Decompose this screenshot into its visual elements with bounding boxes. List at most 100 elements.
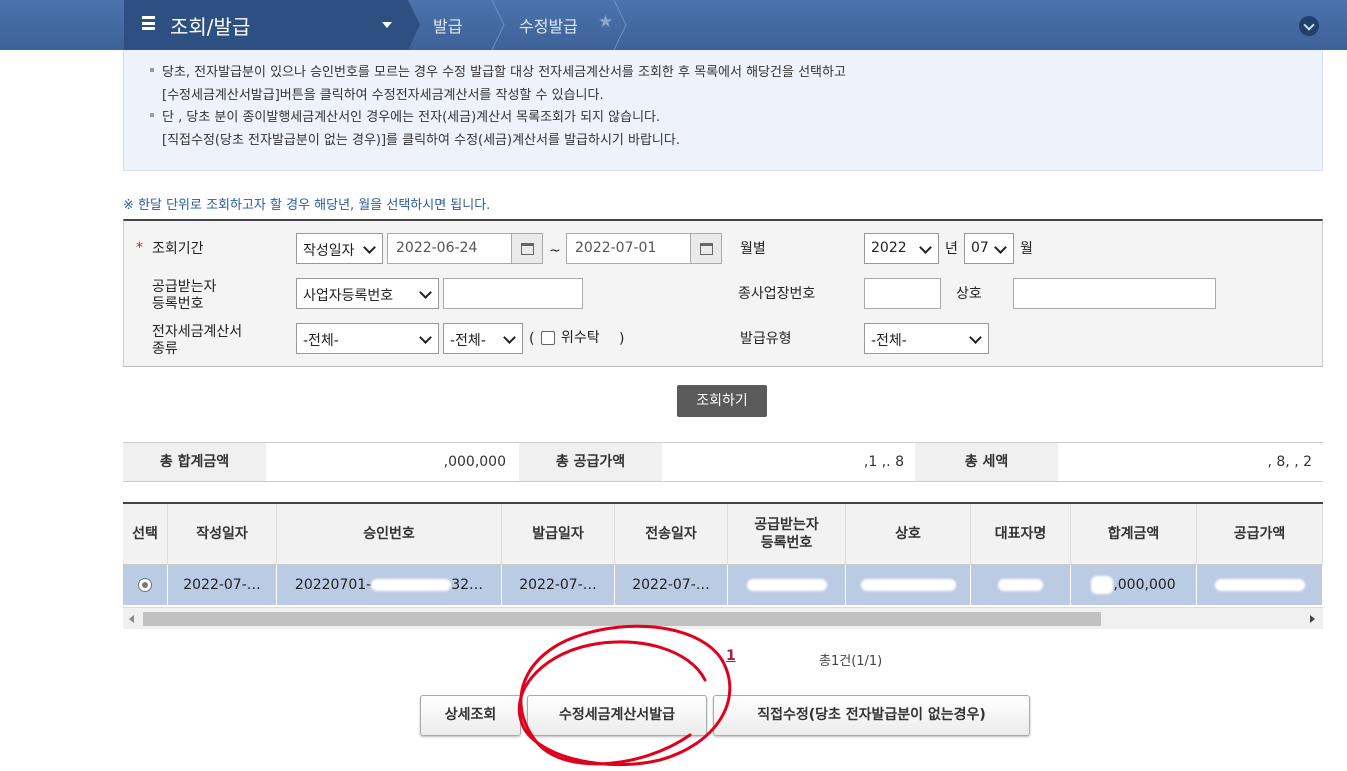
year-select[interactable]: 2022: [864, 233, 939, 264]
hamburger-icon: [142, 16, 155, 30]
bullet-icon: [150, 113, 154, 117]
redaction: [746, 579, 827, 591]
breadcrumb-amend-issue[interactable]: 수정발급: [519, 13, 578, 37]
bullet-icon: [150, 68, 154, 72]
date-to-input[interactable]: 2022-07-01: [566, 233, 691, 264]
kind-label-2: 종류: [152, 341, 178, 357]
column-header[interactable]: 대표자명: [971, 504, 1071, 565]
column-header: 선택: [123, 504, 168, 565]
notice-line: [수정세금계산서발급]버튼을 클릭하여 수정전자세금계산서를 작성할 수 있습니…: [162, 88, 604, 103]
issue-type-select[interactable]: -전체-: [864, 323, 989, 354]
notice-box: 당초, 전자발급분이 있으나 승인번호를 모르는 경우 수정 발급할 대상 전자…: [123, 50, 1323, 171]
top-navigation-bar: 조회/발급 발급 수정발급 ★: [0, 0, 1347, 50]
company-label: 상호: [956, 286, 982, 302]
consign-checkbox[interactable]: [541, 331, 555, 345]
period-label: 조회기간: [152, 241, 204, 257]
menu-title: 조회/발급: [170, 15, 251, 39]
horizontal-scrollbar[interactable]: [123, 607, 1323, 629]
approval-number: 20220701-: [294, 577, 372, 593]
column-header[interactable]: 상호: [846, 504, 971, 565]
summary-bar: 총 합계금액 ,000,000 총 공급가액 ,1 ,. 8 총 세액 , 8,…: [123, 442, 1323, 482]
table-cell-redacted[interactable]: [971, 565, 1071, 605]
column-header[interactable]: 작성일자: [168, 504, 277, 565]
search-form: * 조회기간 작성일자 2022-06-24 ~ 2022-07-01 월별 2…: [123, 219, 1323, 367]
kind-select-2[interactable]: -전체-: [443, 323, 523, 354]
caret-down-icon: [382, 22, 392, 28]
receiver-number-input[interactable]: [443, 278, 583, 309]
notice-line: [직접수정(당초 전자발급분이 없는 경우)]를 클릭하여 수정(세금)계산서를…: [162, 133, 680, 148]
row-total-amount: ,000,000: [1113, 577, 1176, 593]
column-header[interactable]: 공급받는자 등록번호: [728, 504, 846, 565]
month-unit: 월: [1020, 241, 1033, 257]
collapse-circle-icon[interactable]: [1299, 16, 1319, 36]
supply-amount-label: 총 공급가액: [519, 443, 662, 481]
kind-select-1[interactable]: -전체-: [296, 323, 439, 354]
column-header[interactable]: 승인번호: [277, 504, 502, 565]
notice-line: 단 , 당초 분이 종이발행세금계산서인 경우에는 전자(세금)계산서 목록조회…: [162, 110, 661, 125]
redaction: [1214, 579, 1305, 591]
table-cell[interactable]: 2022-07-…: [502, 565, 615, 605]
row-radio[interactable]: [138, 578, 152, 592]
branch-number-input[interactable]: [864, 278, 941, 309]
breadcrumb-separator: [613, 0, 627, 50]
total-count: 총1건(1/1): [819, 654, 883, 669]
tax-amount-label: 총 세액: [915, 443, 1058, 481]
breadcrumb-issue[interactable]: 발급: [433, 13, 462, 37]
scroll-right-icon[interactable]: [1310, 615, 1315, 623]
date-from-input[interactable]: 2022-06-24: [387, 233, 512, 264]
required-icon: *: [136, 240, 143, 256]
table-cell[interactable]: 2022-07-…: [615, 565, 728, 605]
column-header[interactable]: 공급가액: [1197, 504, 1323, 565]
scroll-left-icon[interactable]: [129, 615, 134, 623]
supply-amount-value: ,1 ,. 8: [863, 454, 904, 470]
redaction: [371, 579, 452, 591]
paren-open: (: [529, 331, 535, 347]
breadcrumb-separator: [408, 0, 420, 50]
column-header[interactable]: 합계금액: [1071, 504, 1197, 565]
column-header[interactable]: 전송일자: [615, 504, 728, 565]
year-unit: 년: [945, 241, 958, 257]
receiver-label-2: 등록번호: [152, 296, 204, 312]
receiver-type-select[interactable]: 사업자등록번호: [296, 278, 439, 309]
redaction: [860, 579, 956, 591]
monthly-hint: ※ 한달 단위로 조회하고자 할 경우 해당년, 월을 선택하시면 됩니다.: [123, 198, 491, 213]
result-table: 선택 작성일자 승인번호 발급일자 전송일자 공급받는자 등록번호 상호 대표자…: [123, 502, 1323, 629]
kind-label: 전자세금계산서: [152, 324, 243, 340]
scroll-thumb[interactable]: [143, 612, 1101, 626]
calendar-icon[interactable]: [511, 233, 543, 264]
redaction: [1091, 576, 1114, 594]
table-cell[interactable]: 2022-07-…: [168, 565, 277, 605]
approval-number-tail: 32…: [451, 577, 484, 593]
table-cell-approval[interactable]: 20220701- 32…: [277, 565, 502, 605]
consign-label: 위수탁: [561, 330, 600, 346]
breadcrumb-separator: [491, 0, 505, 50]
amend-tax-invoice-button[interactable]: 수정세금계산서발급: [527, 695, 707, 736]
direct-amend-button[interactable]: 직접수정(당초 전자발급분이 없는경우): [713, 695, 1030, 736]
menu-dropdown[interactable]: 조회/발급: [124, 0, 408, 50]
table-cell-total[interactable]: ,000,000: [1071, 565, 1197, 605]
total-amount-label: 총 합계금액: [123, 443, 266, 481]
month-select[interactable]: 07: [964, 233, 1014, 264]
row-select-radio-cell[interactable]: [123, 565, 168, 605]
search-button[interactable]: 조회하기: [677, 385, 767, 417]
table-cell-redacted[interactable]: [846, 565, 971, 605]
table-cell-redacted[interactable]: [1197, 565, 1323, 605]
detail-view-button[interactable]: 상세조회: [420, 695, 521, 736]
paren-close: ): [619, 331, 625, 347]
star-icon[interactable]: ★: [598, 12, 613, 32]
column-header[interactable]: 발급일자: [502, 504, 615, 565]
branch-label: 종사업장번호: [738, 286, 816, 302]
company-input[interactable]: [1013, 278, 1216, 309]
date-type-select[interactable]: 작성일자: [296, 233, 383, 264]
receiver-label: 공급받는자: [152, 279, 217, 295]
notice-line: 당초, 전자발급분이 있으나 승인번호를 모르는 경우 수정 발급할 대상 전자…: [162, 65, 846, 80]
issue-type-label: 발급유형: [740, 331, 792, 347]
tax-amount-value: , 8, , 2: [1267, 454, 1312, 470]
table-cell-redacted[interactable]: [728, 565, 846, 605]
calendar-icon[interactable]: [690, 233, 722, 264]
total-amount-value: ,000,000: [443, 454, 506, 470]
monthly-label: 월별: [740, 241, 766, 257]
page-link-1[interactable]: 1: [726, 648, 736, 664]
redaction: [998, 579, 1043, 591]
tilde: ~: [549, 243, 561, 259]
